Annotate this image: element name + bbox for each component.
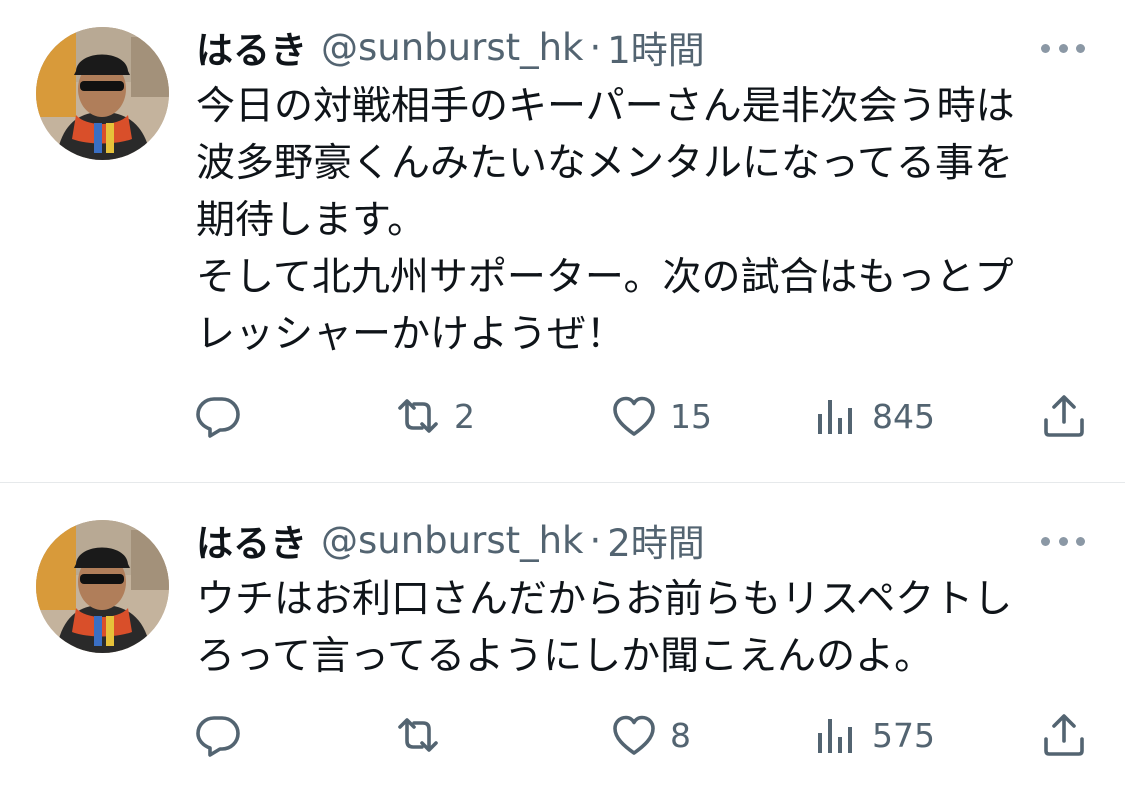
display-name[interactable]: はるき [196, 513, 307, 567]
views-bar-chart-icon [818, 400, 852, 434]
user-handle[interactable]: @sunburst_hk [321, 26, 584, 69]
timestamp[interactable]: 1時間 [607, 20, 705, 74]
tweet-text: ウチはお利口さんだからお前らもリスペクトし ろって言ってるようにしか聞こえんのよ… [196, 577, 1013, 679]
tweet-header: はるき @sunburst_hk · 1時間 [196, 20, 705, 74]
views-bar-chart-icon [818, 719, 852, 753]
retweet-button[interactable] [394, 710, 454, 760]
share-upload-icon [1044, 714, 1084, 756]
reply-button[interactable] [194, 710, 254, 760]
views-button[interactable]: 845 [812, 391, 935, 441]
tweet-header: はるき @sunburst_hk · 2時間 [196, 513, 705, 567]
more-dots-icon[interactable] [1041, 42, 1085, 54]
share-button[interactable] [1040, 710, 1088, 760]
views-button[interactable]: 575 [812, 710, 935, 760]
retweet-button[interactable]: 2 [394, 391, 475, 441]
retweet-arrows-icon [398, 399, 438, 433]
retweet-count: 2 [454, 396, 475, 436]
heart-icon [613, 396, 655, 436]
tweet[interactable]: はるき @sunburst_hk · 1時間 今日の対戦相手のキーパーさん是非次… [0, 0, 1125, 482]
like-count: 15 [670, 396, 712, 436]
separator-dot: · [589, 518, 602, 562]
reply-bubble-icon [196, 397, 240, 438]
tweet[interactable]: はるき @sunburst_hk · 2時間 ウチはお利口さんだからお前らもリス… [0, 483, 1125, 806]
timestamp[interactable]: 2時間 [607, 513, 705, 567]
view-count: 575 [872, 715, 935, 755]
share-button[interactable] [1040, 391, 1088, 441]
retweet-arrows-icon [398, 718, 438, 752]
view-count: 845 [872, 396, 935, 436]
action-bar: 8 575 [194, 710, 1094, 760]
separator-dot: · [589, 25, 602, 69]
avatar[interactable] [36, 27, 169, 160]
avatar-photo [36, 520, 169, 653]
more-dots-icon[interactable] [1041, 535, 1085, 547]
avatar-photo [36, 27, 169, 160]
avatar[interactable] [36, 520, 169, 653]
reply-button[interactable] [194, 391, 254, 441]
share-upload-icon [1044, 395, 1084, 437]
display-name[interactable]: はるき [196, 20, 307, 74]
like-button[interactable]: 8 [610, 710, 691, 760]
reply-bubble-icon [196, 716, 240, 757]
tweet-text: 今日の対戦相手のキーパーさん是非次会う時は 波多野豪くんみたいなメンタルになって… [196, 84, 1015, 357]
like-count: 8 [670, 715, 691, 755]
like-button[interactable]: 15 [610, 391, 712, 441]
action-bar: 2 15 845 [194, 391, 1094, 441]
user-handle[interactable]: @sunburst_hk [321, 519, 584, 562]
heart-icon [613, 715, 655, 755]
